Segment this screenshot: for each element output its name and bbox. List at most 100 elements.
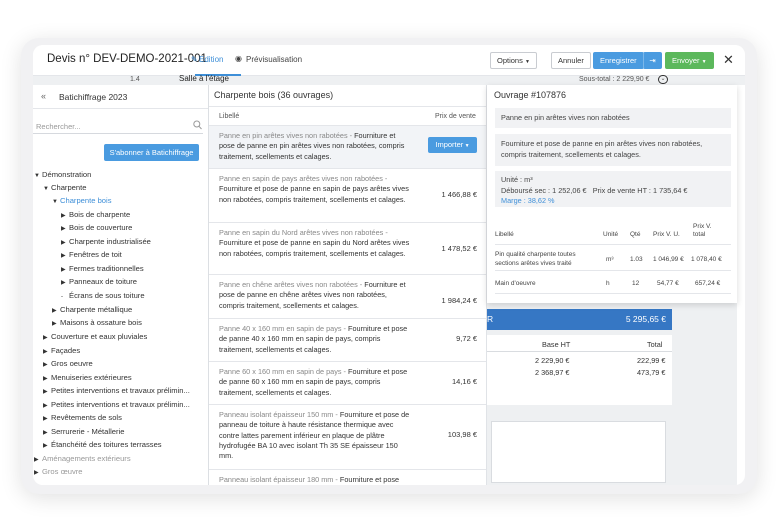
tree-node-label: Façades — [51, 346, 81, 355]
tree-node[interactable]: ▶ Façades — [43, 346, 80, 359]
tree-node-label: Étanchéité des toitures terrasses — [51, 440, 162, 449]
tree-node[interactable]: ▶ Revêtements de sols — [43, 413, 122, 426]
work-item-price: 9,72 € — [456, 334, 477, 343]
tree-node-label: Gros œuvre — [42, 467, 83, 476]
work-list-item[interactable]: Panne en pin arêtes vives non rabotées -… — [209, 126, 486, 169]
header-bar: Devis n° DEV-DEMO-2021-001 ✎ Edition ◉ P… — [33, 45, 745, 76]
total-bar: R 5 295,65 € — [487, 309, 672, 330]
work-item-name: Panne 60 x 160 mm en sapin de pays - — [219, 367, 348, 376]
work-item-price: 14,16 € — [451, 377, 477, 386]
detail-row-unit-price: 54,77 € — [657, 280, 679, 287]
tree-node[interactable]: ▶ Gros oeuvre — [43, 359, 93, 372]
detail-table-divider — [495, 244, 731, 245]
tree-node[interactable]: ▶ Gros œuvre — [34, 467, 83, 480]
work-detail-title: Ouvrage #107876 — [494, 90, 567, 100]
export-icon: ⇥ — [649, 56, 656, 65]
tree-node[interactable]: ▶ Charpente industrialisée — [61, 237, 151, 250]
caret-right-icon: ▶ — [34, 470, 39, 476]
tree-node[interactable]: ▼ Charpente — [43, 183, 86, 196]
tree-node[interactable]: ▼ Démonstration — [34, 170, 91, 183]
cancel-button[interactable]: Annuler — [551, 52, 591, 69]
tree-node[interactable]: ▶ Fermes traditionnelles — [61, 264, 144, 277]
options-button[interactable]: Options ▼ — [490, 52, 537, 69]
caret-right-icon: ▶ — [61, 267, 66, 273]
collapse-chevron-icon[interactable]: ⌄ — [658, 75, 668, 84]
caret-down-icon: ▼ — [52, 199, 58, 205]
import-button[interactable]: Importer ▼ — [428, 137, 477, 153]
library-search-input[interactable]: Rechercher... — [33, 120, 203, 134]
caret-right-icon: ▶ — [52, 308, 57, 314]
work-pricing-box: Unité : m³ Déboursé sec : 1 252,06 € Pri… — [495, 171, 731, 207]
tree-node[interactable]: ▶ Menuiseries extérieures — [43, 373, 132, 386]
work-item-text: Panneau isolant épaisseur 180 mm - Fourn… — [219, 475, 411, 485]
work-item-name: Panne en sapin du Nord arêtes vives non … — [219, 228, 388, 237]
subscribe-button[interactable]: S'abonner à Batichiffrage — [104, 144, 199, 161]
work-list-item[interactable]: Panne 40 x 160 mm en sapin de pays - Fou… — [209, 319, 486, 362]
work-list-item[interactable]: Panne 60 x 160 mm en sapin de pays - Fou… — [209, 362, 486, 405]
collapse-left-icon[interactable]: « — [41, 91, 46, 101]
work-item-text: Panne 60 x 160 mm en sapin de pays - Fou… — [219, 367, 411, 398]
tab-preview[interactable]: Prévisualisation — [246, 55, 302, 64]
work-unit: Unité : m³ — [501, 175, 533, 184]
work-name: Panne en pin arêtes vives non rabotées — [501, 113, 630, 122]
tree-node[interactable]: ▶ Bois de charpente — [61, 210, 130, 223]
caret-right-icon: ▶ — [61, 280, 66, 286]
work-item-name: Panne en pin arêtes vives non rabotées - — [219, 131, 355, 140]
tree-node-label: Démonstration — [42, 170, 92, 179]
send-button[interactable]: Envoyer ▼ — [665, 52, 714, 69]
tree-node[interactable]: ▶ Bois de couverture — [61, 223, 132, 236]
tree-node[interactable]: ▶ Maisons à ossature bois — [52, 318, 142, 331]
caret-right-icon: ▶ — [43, 362, 48, 368]
vat-divider — [487, 351, 672, 352]
detail-row-label: Main d'oeuvre — [495, 280, 536, 287]
save-button[interactable]: Enregistrer — [593, 52, 644, 69]
tree-node[interactable]: ▼ Charpente bois — [52, 196, 112, 209]
work-item-description: Fourniture et pose de panne en sapin de … — [219, 184, 409, 204]
library-title: Batichiffrage 2023 — [59, 92, 128, 102]
work-list-item[interactable]: Panneau isolant épaisseur 150 mm - Fourn… — [209, 405, 486, 470]
tree-node-label: Serrurerie - Métallerie — [51, 427, 125, 436]
tree-node[interactable]: ▶ Petites interventions et travaux prélim… — [43, 386, 190, 399]
caret-right-icon: ▶ — [43, 403, 48, 409]
tree-node[interactable]: ▶ Étanchéité des toitures terrasses — [43, 440, 162, 453]
work-item-name: Panne en chêne arêtes vives non rabotées… — [219, 280, 365, 289]
column-price: Prix de vente — [435, 113, 476, 120]
work-item-text: Panne en sapin de pays arêtes vives non … — [219, 174, 411, 205]
send-label: Envoyer — [672, 56, 700, 65]
work-description-box: Fourniture et pose de panne en pin arête… — [495, 134, 731, 166]
work-list-item[interactable]: Panne en chêne arêtes vives non rabotées… — [209, 275, 486, 319]
close-icon[interactable]: ✕ — [723, 52, 734, 68]
tree-node[interactable]: ▶ Panneaux de toiture — [61, 277, 137, 290]
tree-node-label: Menuiseries extérieures — [51, 373, 132, 382]
work-list-item[interactable]: Panne en sapin de pays arêtes vives non … — [209, 169, 486, 223]
detail-col-total-1: Prix V. — [693, 223, 712, 230]
caret-right-icon: ▶ — [61, 240, 66, 246]
work-list-item[interactable]: Panneau isolant épaisseur 180 mm - Fourn… — [209, 470, 486, 485]
tree-node[interactable]: ▶ Aménagements extérieurs — [34, 454, 131, 467]
search-icon — [193, 120, 202, 130]
tree-node[interactable]: ▶ Charpente métallique — [52, 305, 132, 318]
tree-node[interactable]: ▶ Serrurerie - Métallerie — [43, 427, 124, 440]
detail-table-divider — [495, 270, 731, 271]
work-detail-panel: Ouvrage #107876 Panne en pin arêtes vive… — [487, 85, 737, 303]
vat-col-base: Base HT — [542, 340, 571, 349]
tree-node[interactable]: ▶ Couverture et eaux pluviales — [43, 332, 147, 345]
section-title: Salle à l'étage — [179, 74, 230, 83]
tree-node[interactable]: ▶ Petites interventions et travaux prélim… — [43, 400, 190, 413]
tree-node[interactable]: - Écrans de sous toiture — [61, 291, 145, 304]
tab-edition[interactable]: Edition — [199, 55, 223, 64]
options-label: Options — [497, 56, 523, 65]
column-label: Libellé — [219, 113, 240, 120]
detail-row-unit-price: 1 046,99 € — [653, 256, 684, 263]
caret-right-icon: ▶ — [43, 349, 48, 355]
detail-col-qty: Qté — [630, 231, 641, 238]
background-vat-table: Base HT Total 2 229,90 € 222,99 € 2 368,… — [487, 335, 672, 405]
work-list-item[interactable]: Panne en sapin du Nord arêtes vives non … — [209, 223, 486, 275]
export-button[interactable]: ⇥ — [643, 52, 662, 69]
detail-row-unit: m³ — [606, 256, 614, 263]
work-item-name: Panneau isolant épaisseur 150 mm - — [219, 410, 340, 419]
quote-editor-window: Devis n° DEV-DEMO-2021-001 ✎ Edition ◉ P… — [33, 45, 745, 485]
background-notes-box — [491, 421, 666, 483]
tree-node[interactable]: ▶ Fenêtres de toit — [61, 250, 122, 263]
background-document-strip: 1.4 Salle à l'étage Sous-total : 2 229,9… — [33, 74, 745, 85]
